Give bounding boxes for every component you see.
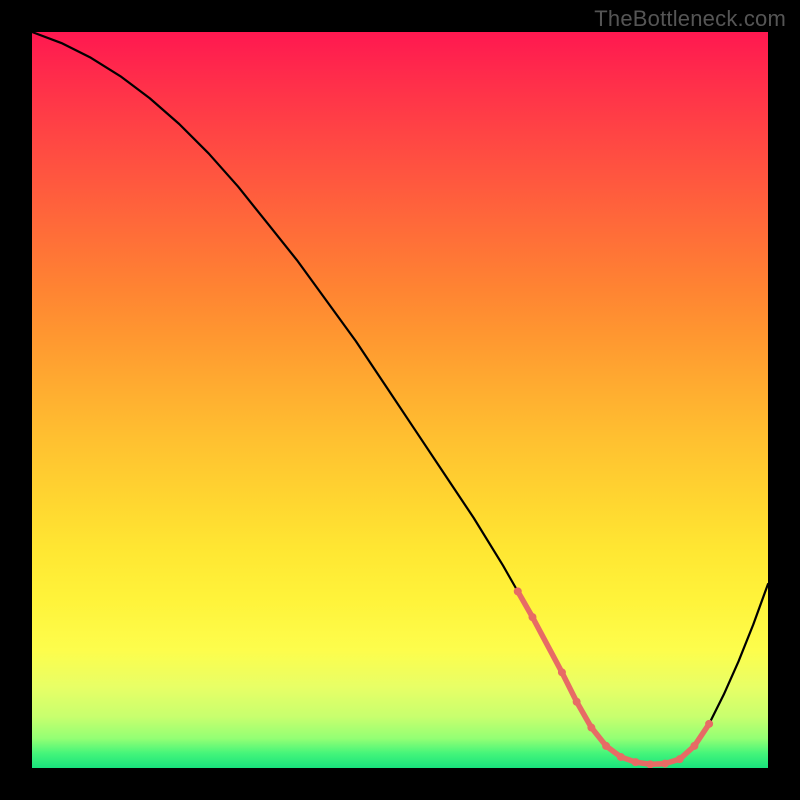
highlight-seg xyxy=(577,702,592,728)
highlight-seg xyxy=(518,591,533,617)
chart-frame: TheBottleneck.com xyxy=(0,0,800,800)
curve-svg xyxy=(32,32,768,768)
watermark-label: TheBottleneck.com xyxy=(594,6,786,32)
curve-path xyxy=(32,32,768,764)
highlight-seg xyxy=(532,617,561,672)
highlight-seg xyxy=(562,672,577,701)
highlight-dot xyxy=(705,720,713,728)
plot-area xyxy=(32,32,768,768)
highlight-group xyxy=(514,587,713,768)
